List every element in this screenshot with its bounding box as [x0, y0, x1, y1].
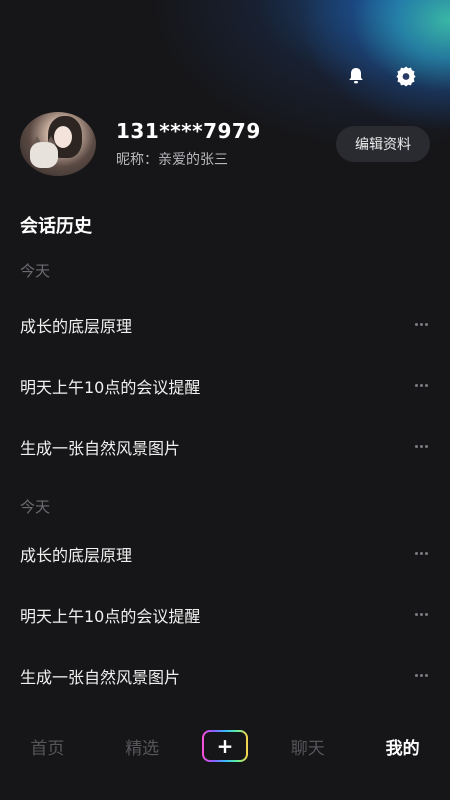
more-icon[interactable]	[412, 445, 430, 448]
tab-home[interactable]: 首页	[12, 734, 82, 759]
history-list: 今天 成长的底层原理 明天上午10点的会议提醒 生成一张自然风景图片 今天 成长…	[0, 248, 450, 706]
tab-chat[interactable]: 聊天	[273, 734, 343, 759]
tab-featured[interactable]: 精选	[107, 734, 177, 759]
history-item-title: 生成一张自然风景图片	[20, 667, 181, 687]
more-icon[interactable]	[412, 552, 430, 555]
more-icon[interactable]	[412, 674, 430, 677]
history-item-title: 生成一张自然风景图片	[20, 438, 181, 458]
user-info: 131****7979 昵称：亲爱的张三	[116, 119, 336, 169]
history-title: 会话历史	[20, 216, 92, 237]
gear-icon[interactable]	[394, 64, 418, 88]
create-button[interactable]: +	[201, 730, 248, 762]
history-item-title: 成长的底层原理	[20, 316, 133, 336]
history-group-label: 今天	[20, 498, 51, 516]
history-item[interactable]: 生成一张自然风景图片	[0, 645, 450, 706]
more-icon[interactable]	[412, 613, 430, 616]
nickname-row: 昵称：亲爱的张三	[116, 149, 336, 169]
nickname-label: 昵称：	[116, 152, 158, 168]
profile-card: 131****7979 昵称：亲爱的张三 编辑资料	[20, 112, 430, 176]
history-item-title: 明天上午10点的会议提醒	[20, 606, 201, 626]
bell-icon[interactable]	[344, 64, 368, 88]
history-item[interactable]: 明天上午10点的会议提醒	[0, 584, 450, 645]
more-icon[interactable]	[412, 323, 430, 326]
history-item[interactable]: 明天上午10点的会议提醒	[0, 355, 450, 416]
more-icon[interactable]	[412, 384, 430, 387]
bottom-tab-bar: 首页 精选 + 聊天 我的	[0, 710, 450, 800]
history-item[interactable]: 成长的底层原理	[0, 294, 450, 355]
avatar[interactable]	[20, 112, 96, 176]
history-group-label: 今天	[20, 262, 51, 280]
history-item[interactable]: 生成一张自然风景图片	[0, 416, 450, 477]
nickname-value: 亲爱的张三	[158, 152, 228, 168]
plus-icon: +	[203, 732, 246, 760]
edit-profile-button[interactable]: 编辑资料	[336, 126, 430, 162]
top-actions	[344, 64, 418, 88]
profile-screen: 131****7979 昵称：亲爱的张三 编辑资料 会话历史 今天 成长的底层原…	[0, 0, 450, 800]
history-item-title: 明天上午10点的会议提醒	[20, 377, 201, 397]
history-item-title: 成长的底层原理	[20, 545, 133, 565]
tab-me[interactable]: 我的	[368, 734, 438, 759]
phone-number: 131****7979	[116, 119, 261, 143]
history-item[interactable]: 成长的底层原理	[0, 523, 450, 584]
